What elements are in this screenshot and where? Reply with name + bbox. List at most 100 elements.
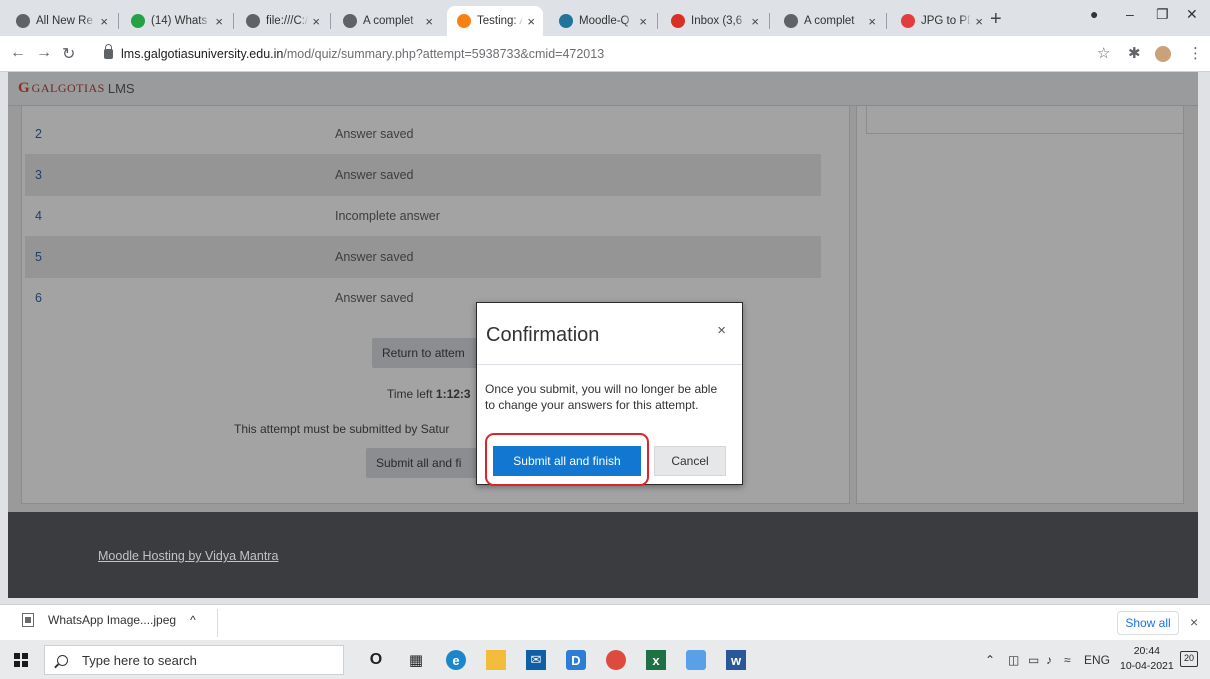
return-to-attempt-button[interactable]: Return to attem: [372, 338, 478, 368]
word-icon[interactable]: w: [726, 650, 746, 670]
submit-all-and-finish-button[interactable]: Submit all and finish: [493, 446, 641, 476]
site-logo[interactable]: G GALGOTIAS LMS: [18, 80, 135, 97]
submit-all-button-background[interactable]: Submit all and fi: [366, 448, 478, 478]
brand-name: GALGOTIAS: [31, 81, 105, 95]
restore-icon[interactable]: ❐: [1156, 6, 1169, 23]
notification-center-icon[interactable]: 20: [1180, 651, 1198, 667]
excel-icon[interactable]: x: [646, 650, 666, 670]
tab-label: Inbox (3,6: [691, 15, 743, 27]
table-row: 2 Answer saved: [25, 113, 821, 155]
browser-tab[interactable]: file:///C:/U×: [236, 6, 328, 36]
back-icon[interactable]: ←: [10, 44, 26, 62]
globe-icon: [16, 14, 30, 28]
brand-suffix: LMS: [107, 81, 135, 96]
question-status: Incomplete answer: [335, 209, 440, 223]
dialog-divider: [477, 364, 742, 365]
close-shelf-icon[interactable]: ×: [1190, 614, 1198, 630]
extensions-icon[interactable]: ✱: [1128, 44, 1141, 62]
task-view-icon[interactable]: ▦: [406, 650, 426, 670]
browser-tab[interactable]: JPG to PDF×: [891, 6, 991, 36]
url-path: /mod/quiz/summary.php?attempt=5938733&cm…: [283, 47, 605, 61]
language-indicator[interactable]: ENG: [1084, 653, 1110, 667]
quiz-navigation-header: [866, 106, 1184, 134]
cancel-button[interactable]: Cancel: [654, 446, 726, 476]
cortana-icon[interactable]: O: [366, 650, 386, 670]
wifi-icon[interactable]: ≈: [1064, 653, 1071, 667]
browser-tab[interactable]: Moodle-Q ×: [549, 6, 655, 36]
question-number-link[interactable]: 5: [35, 250, 42, 264]
download-filename: WhatsApp Image....jpeg: [48, 613, 177, 627]
tab-close-icon[interactable]: ×: [868, 14, 876, 29]
start-button[interactable]: [14, 653, 28, 667]
network-icon[interactable]: ◫: [1008, 653, 1019, 667]
edge-icon[interactable]: e: [446, 650, 466, 670]
tab-separator: [118, 13, 119, 29]
question-status: Answer saved: [335, 291, 414, 305]
taskbar-search-input[interactable]: Type here to search: [44, 645, 344, 675]
tab-close-icon[interactable]: ×: [425, 14, 433, 29]
avatar[interactable]: [1155, 46, 1171, 62]
address-bar[interactable]: lms.galgotiasuniversity.edu.in/mod/quiz/…: [104, 43, 604, 65]
profile-icon[interactable]: ●: [1090, 6, 1098, 22]
url-domain: lms.galgotiasuniversity.edu.in: [121, 47, 284, 61]
dell-icon[interactable]: D: [566, 650, 586, 670]
new-tab-button[interactable]: +: [990, 8, 1002, 31]
download-shelf: WhatsApp Image....jpeg ^ Show all ×: [0, 604, 1210, 640]
system-clock[interactable]: 20:44 10-04-2021: [1120, 644, 1174, 674]
file-explorer-icon[interactable]: [486, 650, 506, 670]
bookmark-star-icon[interactable]: ☆: [1097, 44, 1110, 62]
notes-icon[interactable]: [686, 650, 706, 670]
browser-tab-strip: All New Re×(14) Whats×file:///C:/U×A com…: [0, 0, 1210, 36]
browser-tab[interactable]: (14) Whats ×: [121, 6, 231, 36]
question-number-link[interactable]: 6: [35, 291, 42, 305]
question-number-link[interactable]: 2: [35, 127, 42, 141]
image-file-icon: [22, 613, 34, 627]
browser-tab[interactable]: A complet ×: [333, 6, 441, 36]
tab-close-icon[interactable]: ×: [975, 14, 983, 29]
globe-icon: [246, 14, 260, 28]
confirmation-dialog: Confirmation × Once you submit, you will…: [476, 302, 743, 486]
question-number-link[interactable]: 3: [35, 168, 42, 182]
tab-close-icon[interactable]: ×: [215, 14, 223, 29]
battery-icon[interactable]: ▭: [1028, 653, 1039, 667]
globe-icon: [343, 14, 357, 28]
volume-icon[interactable]: ♪: [1046, 653, 1052, 667]
tab-close-icon[interactable]: ×: [639, 14, 647, 29]
download-item[interactable]: WhatsApp Image....jpeg ^: [22, 613, 196, 627]
browser-tab[interactable]: A complet ×: [774, 6, 884, 36]
question-number-link[interactable]: 4: [35, 209, 42, 223]
tab-close-icon[interactable]: ×: [312, 14, 320, 29]
minimize-icon[interactable]: –: [1126, 6, 1134, 22]
quiz-navigation-block: [856, 106, 1184, 504]
tab-label: Moodle-Q: [579, 15, 630, 27]
tab-close-icon[interactable]: ×: [100, 14, 108, 29]
search-placeholder: Type here to search: [82, 652, 197, 668]
mail-icon[interactable]: ✉: [526, 650, 546, 670]
clock-date: 10-04-2021: [1120, 660, 1174, 672]
close-icon[interactable]: ×: [717, 322, 726, 339]
lock-icon[interactable]: [104, 44, 113, 59]
browser-tab[interactable]: Testing: At×: [447, 6, 543, 36]
shelf-divider: [217, 609, 218, 637]
tray-overflow-icon[interactable]: ⌃: [985, 653, 995, 667]
site-navbar: G GALGOTIAS LMS: [8, 72, 1198, 106]
browser-tab[interactable]: All New Re ×: [6, 6, 116, 36]
time-left: Time left 1:12:3: [387, 387, 471, 401]
browser-toolbar: ← → ↻ lms.galgotiasuniversity.edu.in/mod…: [0, 36, 1210, 72]
show-all-button[interactable]: Show all: [1117, 611, 1179, 635]
tab-separator: [233, 13, 234, 29]
tab-close-icon[interactable]: ×: [751, 14, 759, 29]
close-window-icon[interactable]: ✕: [1186, 6, 1198, 23]
clock-time: 20:44: [1133, 645, 1160, 657]
footer-hosting-link[interactable]: Moodle Hosting by Vidya Mantra: [98, 549, 278, 563]
forward-icon[interactable]: →: [36, 44, 52, 62]
tab-close-icon[interactable]: ×: [527, 14, 535, 29]
chevron-up-icon[interactable]: ^: [190, 613, 196, 627]
browser-tab[interactable]: Inbox (3,6 ×: [661, 6, 767, 36]
reload-icon[interactable]: ↻: [62, 44, 75, 64]
menu-icon[interactable]: ⋮: [1188, 44, 1203, 62]
chrome-icon[interactable]: [606, 650, 626, 670]
tab-separator: [886, 13, 887, 29]
page-footer: Moodle Hosting by Vidya Mantra: [8, 512, 1198, 598]
time-left-label: Time left: [387, 387, 436, 401]
